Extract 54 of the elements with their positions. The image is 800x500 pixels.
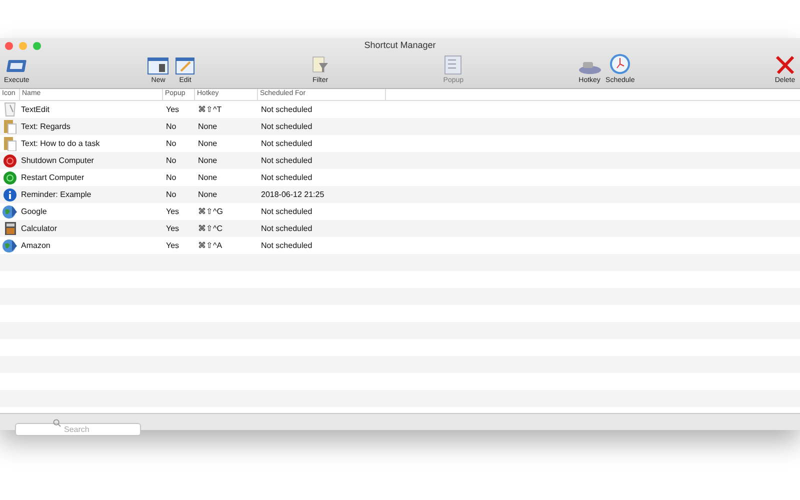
close-button[interactable]	[5, 42, 13, 50]
table-cell-text: ⌘⇧^C	[197, 222, 224, 234]
table-cell-text: Not scheduled	[260, 154, 314, 166]
table-cell-text: Not scheduled	[260, 120, 314, 132]
table-cell-text: None	[197, 120, 218, 132]
search-icon	[53, 418, 61, 426]
power-icon	[3, 154, 17, 168]
table-cell-text: No	[165, 120, 178, 132]
table-cell-text: Not scheduled	[260, 222, 314, 234]
clock-icon	[609, 53, 632, 75]
funnel-icon	[311, 55, 330, 75]
table-cell-text: No	[165, 154, 178, 166]
search-field[interactable]: Search	[15, 422, 141, 436]
globe-icon	[2, 238, 18, 253]
window-title: Shortcut Manager	[364, 39, 436, 52]
table-cell-text: 2018-06-12 21:25	[260, 188, 326, 200]
table-cell-text: Not scheduled	[260, 104, 314, 116]
table-cell-text: Google	[20, 206, 48, 218]
pencil-window-icon	[175, 57, 196, 75]
window-icon	[4, 57, 29, 75]
table-cell-text: Shutdown Computer	[20, 154, 95, 166]
table-cell-text: Not scheduled	[260, 240, 314, 252]
table-cell-text: No	[165, 188, 178, 200]
table-cell-text: ⌘⇧^G	[197, 206, 224, 218]
table-cell-text: None	[197, 172, 218, 184]
table-cell-text: No	[165, 138, 178, 150]
table-cell-text: Calculator	[20, 222, 58, 234]
zoom-button[interactable]	[33, 42, 41, 50]
table-cell-text: Yes	[165, 104, 180, 116]
table-cell-text: ⌘⇧^T	[197, 104, 223, 116]
table-cell-text: Not scheduled	[260, 206, 314, 218]
table-cell-text: Not scheduled	[260, 138, 314, 150]
table-cell-text: Not scheduled	[260, 172, 314, 184]
table-cell-text: None	[197, 188, 218, 200]
table-cell-text: TextEdit	[20, 104, 50, 116]
table-cell-text: None	[197, 154, 218, 166]
cross-icon	[774, 55, 796, 75]
table-cell-text: Restart Computer	[20, 172, 86, 184]
table-cell-text: Yes	[165, 206, 180, 218]
table-cell-text: Amazon	[20, 240, 52, 252]
table-cell-text: No	[165, 172, 178, 184]
table-cell-text: Reminder: Example	[20, 188, 92, 200]
table-cell-text: Text: Regards	[20, 120, 72, 132]
table-cell-text: None	[197, 138, 218, 150]
list-icon	[444, 55, 462, 75]
table-cell-text: Yes	[165, 240, 180, 252]
table-cell-text: Text: How to do a task	[20, 138, 101, 150]
table-cell-text: Yes	[165, 222, 180, 234]
calculator-icon	[4, 221, 16, 236]
table-cell-text: ⌘⇧^A	[197, 240, 224, 252]
new-window-icon	[147, 57, 170, 75]
globe-icon	[2, 204, 18, 219]
minimize-button[interactable]	[19, 42, 27, 50]
power-icon	[3, 170, 17, 184]
